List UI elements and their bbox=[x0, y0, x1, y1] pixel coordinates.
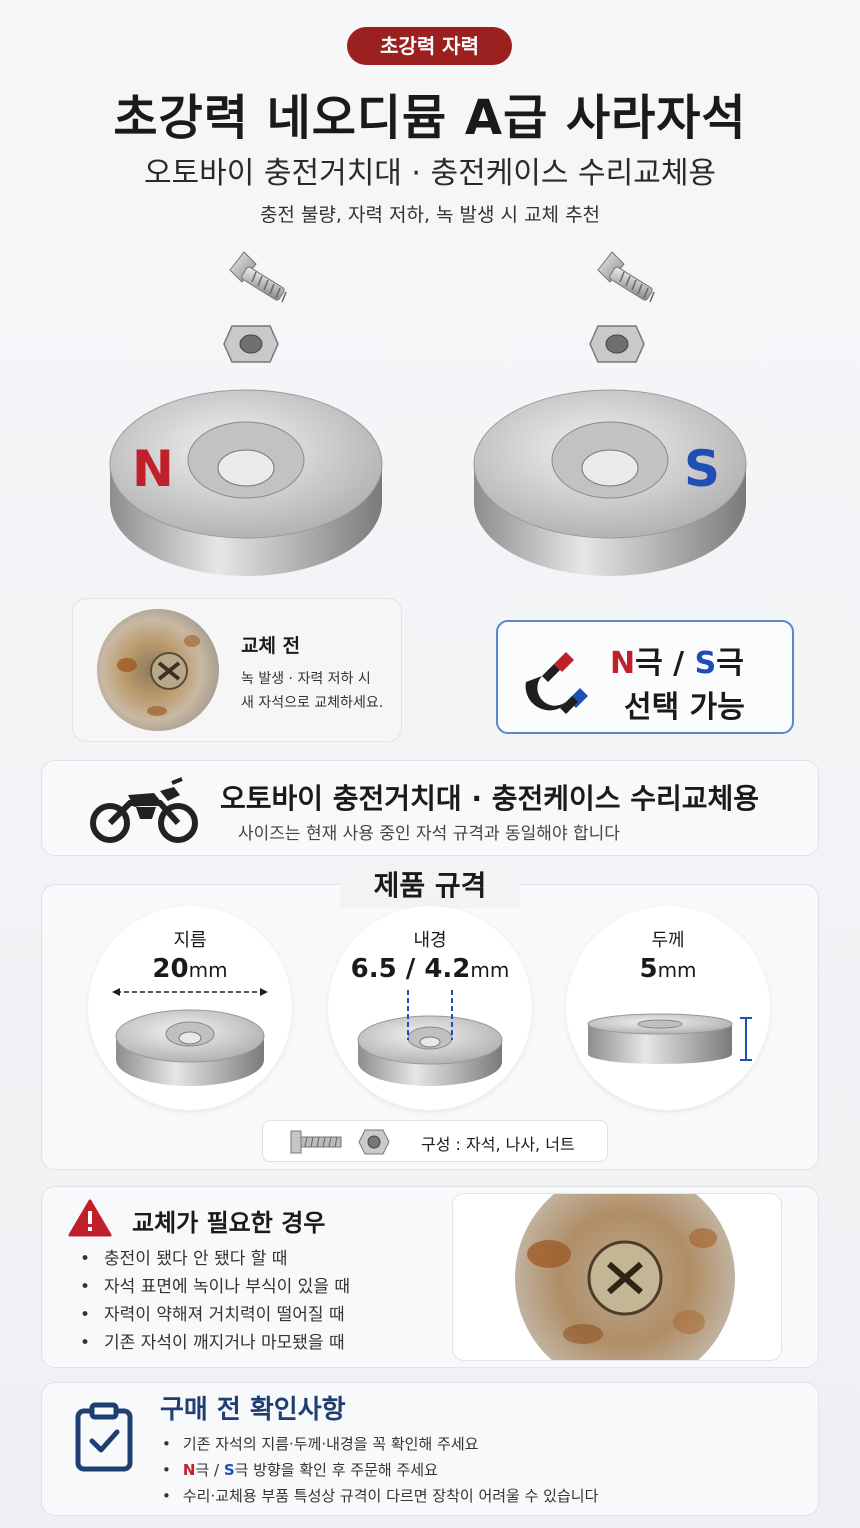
list-item: 기존 자석이 깨지거나 마모됐을 때 bbox=[80, 1329, 350, 1357]
spec-diameter-value: 20mm bbox=[88, 954, 292, 984]
screw-icon bbox=[597, 251, 655, 303]
composition-box: 구성 : 자석, 나사, 너트 bbox=[262, 1120, 608, 1162]
spec-diameter-number: 20 bbox=[152, 954, 189, 984]
spec-inner-value: 6.5 / 4.2mm bbox=[328, 954, 532, 984]
spec-thickness-value: 5mm bbox=[566, 954, 770, 984]
pole-separator: / bbox=[662, 646, 695, 681]
usage-subtitle: 사이즈는 현재 사용 중인 자석 규격과 동일해야 합니다 bbox=[238, 824, 620, 844]
magnet-inner-image bbox=[357, 990, 503, 1086]
spec-thickness-number: 5 bbox=[639, 954, 658, 984]
rusted-magnet-photo bbox=[452, 1193, 782, 1361]
magnet-diameter-image bbox=[112, 988, 268, 1086]
spec-diameter-unit: mm bbox=[188, 958, 228, 982]
check-n-text: N bbox=[182, 1461, 196, 1479]
spec-diameter-label: 지름 bbox=[173, 930, 207, 951]
warning-icon bbox=[68, 1199, 112, 1237]
usage-title: 오토바이 충전거치대 · 충전케이스 수리교체용 bbox=[220, 782, 760, 815]
pole-select-card: N극 / S극 선택 가능 bbox=[496, 620, 794, 734]
badge-super-magnet: 초강력 자력 bbox=[347, 27, 512, 65]
composition-text: 구성 : 자석, 나사, 너트 bbox=[421, 1135, 575, 1154]
pole-select-line1: N극 / S극 bbox=[610, 638, 744, 682]
rusted-magnet-image bbox=[97, 609, 219, 731]
before-desc: 녹 발생 · 자력 저하 시 새 자석으로 교체하세요. bbox=[241, 667, 383, 715]
spec-thickness-label: 두께 bbox=[651, 930, 685, 951]
check-s-text: S bbox=[223, 1461, 235, 1479]
spec-inner-diameter: 내경 6.5 / 4.2mm bbox=[328, 906, 532, 1110]
pole-s-text: S bbox=[694, 646, 717, 681]
screw-icon bbox=[290, 1130, 342, 1154]
pole-s-suffix: 극 bbox=[716, 646, 744, 681]
magnet-thickness-image bbox=[587, 1013, 752, 1064]
usage-card: 오토바이 충전거치대 · 충전케이스 수리교체용 사이즈는 현재 사용 중인 자… bbox=[41, 760, 819, 856]
list-item: 기존 자석의 지름·두께·내경을 꼭 확인해 주세요 bbox=[162, 1431, 598, 1457]
spec-diameter: 지름 20mm bbox=[88, 906, 292, 1110]
spec-thickness-unit: mm bbox=[657, 958, 697, 982]
before-desc-line1: 녹 발생 · 자력 저하 시 bbox=[241, 671, 371, 687]
list-item: 자력이 약해져 거치력이 떨어질 때 bbox=[80, 1301, 350, 1329]
before-card: 교체 전 녹 발생 · 자력 저하 시 새 자석으로 교체하세요. bbox=[72, 598, 402, 742]
check-s-rest: 극 방향을 확인 후 주문해 주세요 bbox=[234, 1461, 438, 1479]
checklist-card: 구매 전 확인사항 기존 자석의 지름·두께·내경을 꼭 확인해 주세요 N극 … bbox=[41, 1382, 819, 1516]
pole-n-suffix: 극 bbox=[635, 646, 663, 681]
list-item: N극 / S극 방향을 확인 후 주문해 주세요 bbox=[162, 1457, 598, 1483]
pole-n-label: N bbox=[132, 440, 174, 498]
magnet-icon bbox=[525, 652, 588, 714]
motorcycle-icon bbox=[90, 777, 198, 843]
need-list: 충전이 됐다 안 됐다 할 때 자석 표면에 녹이나 부식이 있을 때 자력이 … bbox=[80, 1245, 350, 1357]
clipboard-check-icon bbox=[75, 1402, 133, 1472]
replacement-needed-card: 교체가 필요한 경우 충전이 됐다 안 됐다 할 때 자석 표면에 녹이나 부식… bbox=[41, 1186, 819, 1368]
before-title: 교체 전 bbox=[241, 635, 301, 657]
spec-title: 제품 규격 bbox=[373, 869, 487, 902]
page-note: 충전 불량, 자력 저하, 녹 발생 시 교체 추천 bbox=[259, 204, 601, 226]
spec-inner-unit: mm bbox=[470, 958, 510, 982]
pole-n-text: N bbox=[610, 646, 636, 681]
page-title: 초강력 네오디뮴 A급 사라자석 bbox=[113, 90, 747, 146]
list-item: 충전이 됐다 안 됐다 할 때 bbox=[80, 1245, 350, 1273]
pole-select-line2: 선택 가능 bbox=[624, 690, 745, 725]
need-title: 교체가 필요한 경우 bbox=[132, 1209, 326, 1237]
screw-icon bbox=[229, 251, 287, 303]
spec-inner-label: 내경 bbox=[413, 930, 447, 951]
page-subtitle: 오토바이 충전거치대 · 충전케이스 수리교체용 bbox=[143, 156, 717, 191]
nut-icon bbox=[223, 325, 279, 363]
spec-inner-number: 6.5 / 4.2 bbox=[350, 954, 471, 984]
list-item: 수리·교체용 부품 특성상 규격이 다르면 장착이 어려울 수 있습니다 bbox=[162, 1483, 599, 1509]
nut-icon bbox=[589, 325, 645, 363]
check-list: 기존 자석의 지름·두께·내경을 꼭 확인해 주세요 N극 / S극 방향을 확… bbox=[162, 1431, 599, 1509]
check-separator: / bbox=[209, 1461, 224, 1479]
list-item: 자석 표면에 녹이나 부식이 있을 때 bbox=[80, 1273, 350, 1301]
spec-thickness: 두께 5mm bbox=[566, 906, 770, 1110]
pole-s-label: S bbox=[684, 440, 721, 498]
spec-title-wrap: 제품 규격 bbox=[340, 864, 520, 908]
check-title: 구매 전 확인사항 bbox=[160, 1395, 346, 1425]
check-n-suffix: 극 bbox=[195, 1461, 210, 1479]
nut-icon bbox=[358, 1129, 390, 1155]
before-desc-line2: 새 자석으로 교체하세요. bbox=[241, 695, 384, 711]
